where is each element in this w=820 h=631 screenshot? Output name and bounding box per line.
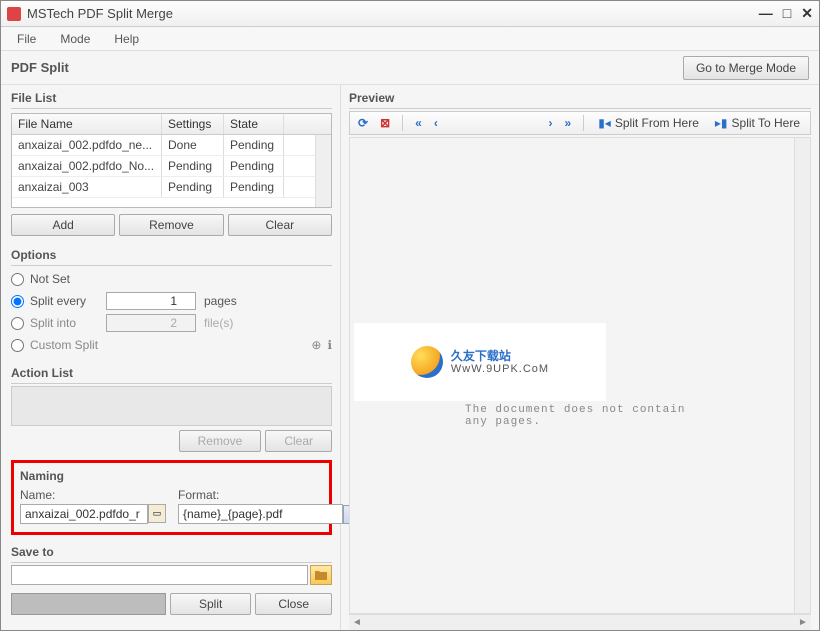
options-label: Options	[11, 246, 332, 266]
file-list-label: File List	[11, 89, 332, 109]
info-icon[interactable]: ℹ	[327, 338, 332, 352]
stop-icon[interactable]: ⊠	[376, 116, 394, 130]
minimize-button[interactable]: —	[759, 5, 773, 22]
preview-toolbar: ⟳ ⊠ « ‹ › » ▮◂Split From Here ▸▮Split To…	[349, 111, 811, 135]
action-remove-button[interactable]: Remove	[179, 430, 262, 452]
file-list-scrollbar[interactable]	[315, 135, 331, 207]
table-row[interactable]: anxaizai_002.pdfdo_No... Pending Pending	[12, 156, 331, 177]
prev-page-icon[interactable]: ‹	[430, 116, 442, 130]
radio-split-into[interactable]	[11, 317, 24, 330]
remove-button[interactable]: Remove	[119, 214, 223, 236]
split-into-label: Split into	[30, 316, 102, 330]
file-list-table: File Name Settings State anxaizai_002.pd…	[11, 113, 332, 208]
preview-vscrollbar[interactable]	[794, 138, 810, 613]
add-button[interactable]: Add	[11, 214, 115, 236]
radio-not-set[interactable]	[11, 273, 24, 286]
folder-icon[interactable]	[310, 565, 332, 585]
plus-icon[interactable]: ⊕	[311, 338, 321, 352]
maximize-button[interactable]: □	[783, 5, 791, 22]
name-input[interactable]	[20, 504, 148, 524]
menu-mode[interactable]: Mode	[50, 30, 100, 48]
split-from-here-button[interactable]: ▮◂Split From Here	[592, 116, 705, 130]
last-page-icon[interactable]: »	[561, 116, 576, 130]
action-clear-button[interactable]: Clear	[265, 430, 332, 452]
split-into-value: 2	[106, 314, 196, 332]
watermark-logo: 久友下载站 WwW.9UPK.CoM	[354, 323, 606, 401]
table-row[interactable]: anxaizai_003 Pending Pending	[12, 177, 331, 198]
title-bar: MSTech PDF Split Merge — □ ✕	[1, 1, 819, 27]
menu-file[interactable]: File	[7, 30, 46, 48]
naming-label: Naming	[20, 467, 323, 486]
table-row[interactable]: anxaizai_002.pdfdo_ne... Done Pending	[12, 135, 331, 156]
radio-split-every[interactable]	[11, 295, 24, 308]
progress-bar	[11, 593, 166, 615]
action-list-label: Action List	[11, 364, 332, 384]
window-title: MSTech PDF Split Merge	[27, 6, 759, 21]
preview-label: Preview	[349, 89, 811, 109]
menu-help[interactable]: Help	[104, 30, 149, 48]
first-page-icon[interactable]: «	[411, 116, 426, 130]
format-input[interactable]	[178, 504, 343, 524]
col-settings[interactable]: Settings	[162, 114, 224, 134]
split-every-unit: pages	[204, 294, 237, 308]
refresh-icon[interactable]: ⟳	[354, 116, 372, 130]
name-picker-icon[interactable]: ▭	[148, 504, 166, 523]
split-into-unit: file(s)	[204, 316, 233, 330]
preview-canvas: 久友下载站 WwW.9UPK.CoM The document does not…	[349, 137, 811, 614]
custom-split-label: Custom Split	[30, 338, 98, 352]
save-to-label: Save to	[11, 543, 332, 563]
naming-section: Naming Name: ▭ Format: ⌄	[11, 460, 332, 535]
app-icon	[7, 7, 21, 21]
split-every-label: Split every	[30, 294, 102, 308]
format-label: Format:	[178, 488, 361, 502]
close-app-button[interactable]: Close	[255, 593, 332, 615]
col-state[interactable]: State	[224, 114, 284, 134]
save-to-input[interactable]	[11, 565, 308, 585]
menu-bar: File Mode Help	[1, 27, 819, 51]
not-set-label: Not Set	[30, 272, 70, 286]
col-file-name[interactable]: File Name	[12, 114, 162, 134]
name-label: Name:	[20, 488, 170, 502]
clear-button[interactable]: Clear	[228, 214, 332, 236]
split-to-here-button[interactable]: ▸▮Split To Here	[709, 116, 806, 130]
preview-hscrollbar[interactable]: ◄ ►	[349, 614, 811, 630]
preview-empty-message: The document does not contain any pages.	[465, 404, 695, 428]
go-to-merge-button[interactable]: Go to Merge Mode	[683, 56, 809, 80]
section-header: PDF Split Go to Merge Mode	[1, 51, 819, 85]
next-page-icon[interactable]: ›	[545, 116, 557, 130]
close-button[interactable]: ✕	[801, 5, 813, 22]
radio-custom-split[interactable]	[11, 339, 24, 352]
split-button[interactable]: Split	[170, 593, 251, 615]
action-list-box	[11, 386, 332, 426]
section-title: PDF Split	[11, 60, 69, 75]
split-every-value[interactable]: 1	[106, 292, 196, 310]
